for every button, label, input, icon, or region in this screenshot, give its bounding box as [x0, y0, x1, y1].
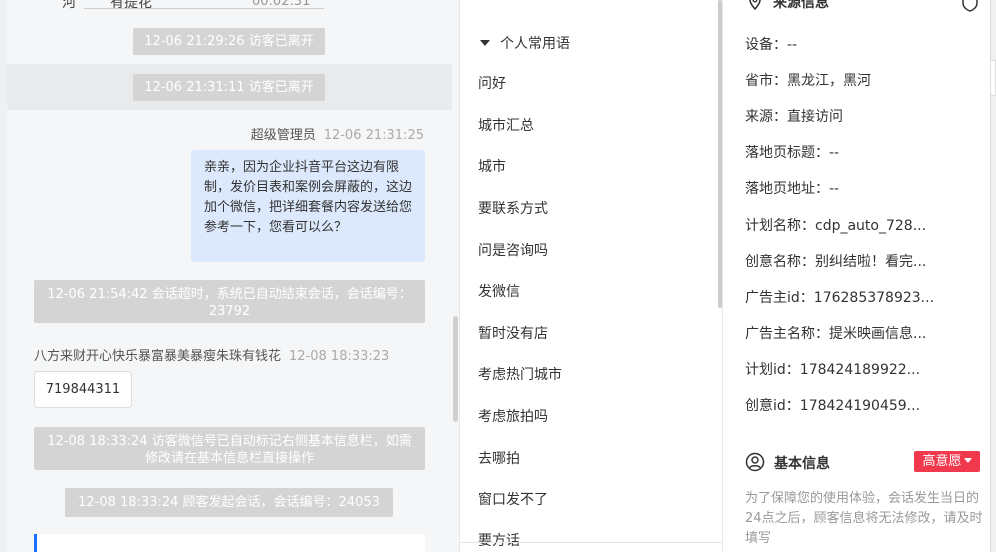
- phrase-item[interactable]: 问是咨询吗: [478, 240, 548, 260]
- info-row-plan-name: 计划名称：cdp_auto_728...: [745, 218, 927, 234]
- phrase-item[interactable]: 考虑旅拍吗: [478, 406, 548, 426]
- info-row-plan-id: 计划id：178424189922...: [745, 362, 921, 378]
- chat-left-strip: [0, 0, 7, 552]
- info-panel: 来源信息 设备：-- 省市：黑龙江，黑河 来源：直接访问 落地页标题：-- 落地…: [722, 0, 990, 552]
- phrases-group-title: 个人常用语: [500, 36, 570, 52]
- call-duration: 00:02:31: [252, 0, 311, 9]
- caret-down-icon: [480, 40, 490, 46]
- phrase-item[interactable]: 去哪拍: [478, 448, 520, 468]
- agent-name: 超级管理员: [250, 128, 316, 143]
- system-message: 12-06 21:54:42 会话超时，系统已自动结束会话，会话编号：23792: [34, 280, 425, 323]
- phrases-panel: 个人常用语 问好 城市汇总 城市 要联系方式 问是咨询吗 发微信 暂时没有店 考…: [459, 0, 723, 552]
- phrase-item[interactable]: 要方话: [478, 530, 520, 550]
- system-message: 12-08 18:33:24 访客微信号已自动标记右侧基本信息栏，如需修改请在基…: [34, 427, 425, 470]
- visitor-name: 八方来财开心快乐暴富暴美暴瘦朱珠有钱花: [34, 349, 282, 364]
- info-row-landing-url: 落地页地址：--: [745, 181, 840, 197]
- visitor-message-time: 12-08 18:33:23: [289, 349, 390, 364]
- shield-icon[interactable]: [961, 0, 979, 12]
- info-row-advertiser-id: 广告主id：176285378923...: [745, 290, 935, 306]
- phrase-item[interactable]: 问好: [478, 73, 506, 93]
- phrase-item[interactable]: 窗口发不了: [478, 489, 548, 509]
- intent-badge[interactable]: 高意愿: [914, 451, 980, 472]
- top-partial-name: 河: [62, 0, 76, 11]
- phrase-item[interactable]: 发微信: [478, 281, 520, 301]
- info-row-device: 设备：--: [745, 37, 798, 53]
- phrase-item[interactable]: 要联系方式: [478, 198, 548, 218]
- basic-info-title: 基本信息: [774, 456, 830, 472]
- location-icon: [749, 0, 761, 10]
- top-partial-text: 有提花: [110, 0, 152, 11]
- phrase-item[interactable]: 考虑热门城市: [478, 364, 562, 384]
- chat-input-top[interactable]: [34, 534, 425, 552]
- phrases-group-header[interactable]: 个人常用语: [480, 33, 570, 53]
- phrase-item[interactable]: 城市汇总: [478, 115, 534, 135]
- chat-scrollbar[interactable]: [453, 316, 458, 422]
- info-row-advertiser-name: 广告主名称：提米映画信息...: [745, 326, 927, 342]
- info-row-creative-id: 创意id：178424190459...: [745, 398, 921, 414]
- agent-message-meta: 超级管理员 12-06 21:31:25: [251, 124, 424, 143]
- visitor-message-meta: 八方来财开心快乐暴富暴美暴瘦朱珠有钱花 12-08 18:33:23: [34, 345, 389, 364]
- user-circle-icon: [745, 452, 765, 472]
- caret-down-icon: [963, 458, 972, 463]
- system-message: 12-06 21:31:11 访客已离开: [133, 74, 325, 101]
- system-message: 12-08 18:33:24 顾客发起会话，会话编号：24053: [65, 488, 393, 517]
- source-info-title: 来源信息: [773, 0, 829, 11]
- far-right-tab[interactable]: [990, 60, 996, 96]
- info-row-source: 来源：直接访问: [745, 109, 843, 125]
- phrase-item[interactable]: 城市: [478, 156, 506, 176]
- info-row-creative-name: 创意名称：别纠结啦！看完...: [745, 254, 927, 270]
- visitor-message-bubble: 719844311: [34, 371, 132, 408]
- info-row-landing-title: 落地页标题：--: [745, 145, 840, 161]
- info-row-region: 省市：黑龙江，黑河: [745, 73, 871, 89]
- phrases-bottom-divider: [460, 542, 723, 543]
- phrase-item[interactable]: 暂时没有店: [478, 323, 548, 343]
- agent-message-time: 12-06 21:31:25: [323, 128, 424, 143]
- agent-message-bubble: 亲亲，因为企业抖音平台这边有限制，发价目表和案例会屏蔽的，这边加个微信，把详细套…: [191, 150, 425, 262]
- info-note: 为了保障您的使用体验，会话发生当日的24点之后，顾客信息将无法修改，请及时填写: [745, 491, 983, 546]
- intent-badge-label: 高意愿: [922, 454, 962, 469]
- chat-panel: 河 有提花 00:02:31 12-06 21:29:26 访客已离开 12-0…: [0, 0, 459, 552]
- system-message: 12-06 21:29:26 访客已离开: [133, 28, 325, 55]
